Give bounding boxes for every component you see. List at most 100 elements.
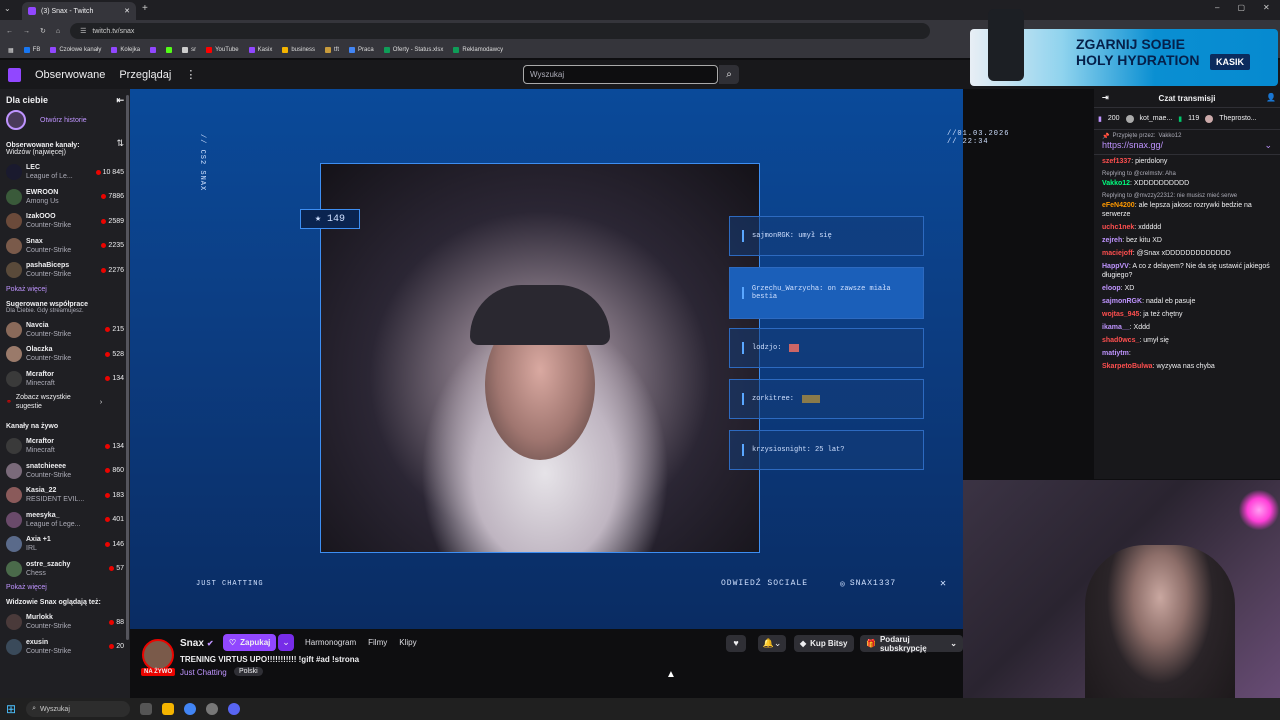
- chat-message[interactable]: uchc1nek: xddddd: [1094, 221, 1280, 234]
- taskbar-search[interactable]: ⌕ Wyszukaj: [26, 701, 131, 717]
- windows-start-icon[interactable]: ⊞: [6, 702, 16, 716]
- bookmark-sr[interactable]: sr: [182, 47, 196, 53]
- tab-list-icon[interactable]: ⌄: [4, 4, 11, 13]
- pinned-link[interactable]: https://snax.gg/: [1102, 140, 1163, 151]
- chat-username[interactable]: zejreh: [1102, 237, 1122, 244]
- follow-button[interactable]: ♡ Zapukaj: [223, 634, 277, 651]
- search-icon[interactable]: ⌕: [719, 65, 739, 84]
- bookmark-youtube[interactable]: YouTube: [206, 47, 239, 53]
- language-tag[interactable]: Polski: [234, 667, 263, 676]
- sidebar-channel-murlokk[interactable]: Murlokk Counter-Strike 88: [6, 610, 124, 635]
- nav-following[interactable]: Obserwowane: [35, 69, 105, 81]
- sidebar-channel-navcia[interactable]: Navcia Counter-Strike 215: [6, 318, 124, 343]
- bookmark-tft[interactable]: tft: [325, 47, 339, 53]
- chat-username[interactable]: HappVV: [1102, 263, 1129, 270]
- sidebar-channel-exusin[interactable]: exusin Counter-Strike 20: [6, 635, 124, 660]
- expand-pinned-icon[interactable]: ⌄: [1264, 140, 1272, 151]
- chat-message[interactable]: SkarpetoBulwa: wyzywa nas chyba: [1094, 360, 1280, 373]
- chat-username[interactable]: Vakko12: [1102, 180, 1130, 187]
- chat-message[interactable]: matiytm:: [1094, 347, 1280, 360]
- chat-username[interactable]: wojtas_945: [1102, 311, 1139, 318]
- chat-message[interactable]: shad0wcs_: umył się: [1094, 334, 1280, 347]
- bookmark-praca[interactable]: Praca: [349, 47, 374, 53]
- category-link[interactable]: Just Chatting: [180, 668, 227, 677]
- chat-message[interactable]: eloop: XD: [1094, 282, 1280, 295]
- nav-browse[interactable]: Przeglądaj: [119, 69, 171, 81]
- chat-username[interactable]: eloop: [1102, 285, 1121, 292]
- gift-sub-button[interactable]: 🎁 Podaruj subskrypcję ⌄: [860, 635, 963, 653]
- collapse-icon[interactable]: ⇤: [116, 95, 124, 106]
- show-more-live-link[interactable]: Pokaż więcej: [6, 584, 124, 591]
- channel-name[interactable]: Snax: [180, 638, 204, 649]
- back-icon[interactable]: ←: [6, 28, 13, 35]
- forward-icon[interactable]: →: [23, 28, 30, 35]
- channel-avatar[interactable]: [142, 639, 174, 671]
- notifications-bell-icon[interactable]: 🔔⌄: [758, 635, 786, 652]
- chat-message[interactable]: HappVV: A co z delayem? Nie da się ustaw…: [1094, 260, 1280, 282]
- bookmark-fb[interactable]: FB: [23, 47, 40, 53]
- buy-bits-button[interactable]: ◆ Kup Bitsy: [794, 635, 854, 652]
- home-icon[interactable]: ⌂: [56, 28, 60, 35]
- sidebar-channel-meesyka-[interactable]: meesyka_ League of Lege... 401: [6, 508, 124, 533]
- stories-row[interactable]: Otwórz historie: [6, 110, 124, 130]
- chat-message[interactable]: wojtas_945: ja też chętny: [1094, 308, 1280, 321]
- task-view-icon[interactable]: [140, 703, 153, 715]
- chat-message[interactable]: szef1337: pierdolony: [1094, 155, 1280, 168]
- chat-username[interactable]: shad0wcs_: [1102, 337, 1139, 344]
- site-info-icon[interactable]: ☰: [80, 27, 86, 35]
- maximize-icon[interactable]: ▢: [1237, 3, 1245, 12]
- browser-tab[interactable]: (3) Snax - Twitch ✕: [22, 2, 136, 20]
- sidebar-channel-mcraftor[interactable]: Mcraftor Minecraft 134: [6, 434, 124, 459]
- see-all-suggestions[interactable]: ⚭ Zobacz wszystkie sugestie ›: [6, 393, 124, 411]
- sidebar-channel-snatchieeee[interactable]: snatchieeee Counter-Strike 860: [6, 459, 124, 484]
- reload-icon[interactable]: ↻: [40, 27, 46, 35]
- bookmark-kasix[interactable]: Kasix: [248, 47, 272, 53]
- url-field[interactable]: ☰ twitch.tv/snax: [70, 23, 931, 39]
- leaderboard-row[interactable]: ▮ 200 kot_mae... ▮ 119 Theprosto...: [1094, 108, 1280, 130]
- bookmark-oferty[interactable]: Oferty - Status.xlsx: [383, 47, 443, 53]
- follow-dropdown-icon[interactable]: ⌄: [278, 634, 294, 651]
- close-tab-icon[interactable]: ✕: [124, 7, 130, 15]
- tab-schedule[interactable]: Harmonogram: [305, 638, 356, 647]
- bookmark-green[interactable]: [166, 47, 173, 53]
- sidebar-channel-ewroon[interactable]: EWROON Among Us 7886: [6, 185, 124, 210]
- sidebar-channel-ostre-szachy[interactable]: ostre_szachy Chess 57: [6, 557, 124, 582]
- chrome-icon[interactable]: [184, 703, 197, 715]
- discord-icon[interactable]: [228, 703, 241, 715]
- chat-username[interactable]: SkarpetoBulwa: [1102, 363, 1153, 370]
- apps-icon[interactable]: ▦: [8, 47, 14, 54]
- chat-username[interactable]: szef1337: [1102, 158, 1131, 165]
- tab-clips[interactable]: Klipy: [399, 638, 416, 647]
- chat-message[interactable]: ikama__: Xddd: [1094, 321, 1280, 334]
- chat-message[interactable]: maciejoff: @Snax xDDDDDDDDDDDDD: [1094, 247, 1280, 260]
- like-heart-icon[interactable]: ♥: [726, 635, 746, 652]
- open-stories-link[interactable]: Otwórz historie: [40, 117, 87, 124]
- chat-message[interactable]: Replying to @mvzzy22312: nie musisz mieć…: [1094, 190, 1280, 221]
- collapse-chat-icon[interactable]: ⇥: [1102, 93, 1109, 102]
- bookmark-reklamodawcy[interactable]: Reklamodawcy: [453, 47, 503, 53]
- chat-username[interactable]: maciejoff: [1102, 250, 1133, 257]
- show-more-link[interactable]: Pokaż więcej: [6, 286, 124, 293]
- sidebar-channel-lec[interactable]: LEC League of Le... 10 845: [6, 160, 124, 185]
- tab-videos[interactable]: Filmy: [368, 638, 387, 647]
- close-window-icon[interactable]: ✕: [1263, 3, 1270, 12]
- sidebar-channel-mcraftor[interactable]: Mcraftor Minecraft 134: [6, 367, 124, 392]
- file-explorer-icon[interactable]: [162, 703, 175, 715]
- sidebar-channel-snax[interactable]: Snax Counter-Strike 2235: [6, 234, 124, 259]
- obs-icon[interactable]: [206, 703, 219, 715]
- sidebar-channel-kasia-22[interactable]: Kasia_22 RESIDENT EVIL... 183: [6, 483, 124, 508]
- sidebar-channel-pashabiceps[interactable]: pashaBiceps Counter-Strike 2276: [6, 258, 124, 283]
- search-input[interactable]: Wyszukaj: [523, 65, 718, 84]
- sidebar-channel-olaczka[interactable]: Olaczka Counter-Strike 528: [6, 342, 124, 367]
- bookmark-czolowe[interactable]: Czołowe kanały: [50, 47, 101, 53]
- chat-username[interactable]: uchc1nek: [1102, 224, 1134, 231]
- bookmark-kolejka[interactable]: Kolejka: [111, 47, 140, 53]
- chat-message[interactable]: zejreh: bez kitu XD: [1094, 234, 1280, 247]
- chat-username[interactable]: ikama__: [1102, 324, 1130, 331]
- bookmark-business[interactable]: business: [282, 47, 315, 53]
- users-icon[interactable]: 👤: [1266, 93, 1276, 102]
- sidebar-channel-axia-1[interactable]: Axia +1 IRL 146: [6, 532, 124, 557]
- chat-username[interactable]: sajmonRGK: [1102, 298, 1142, 305]
- chat-message[interactable]: Replying to @crelmstv: Aha Vakko12: XDDDD…: [1094, 168, 1280, 190]
- bookmark-twitch[interactable]: [150, 47, 157, 53]
